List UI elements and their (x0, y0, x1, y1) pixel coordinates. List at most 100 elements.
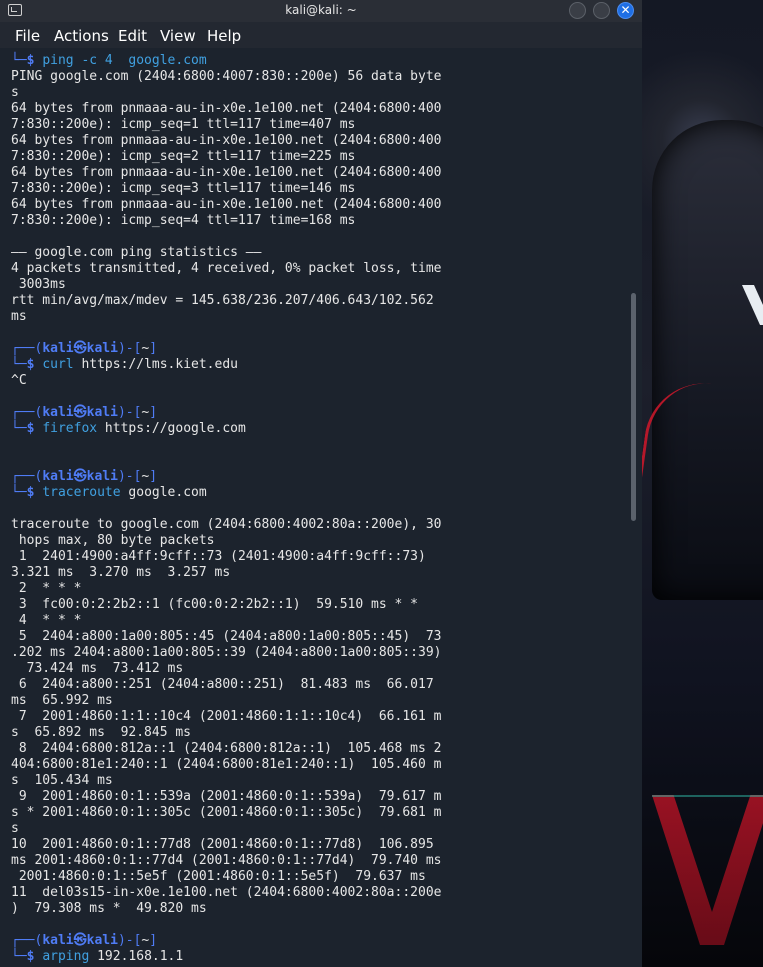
output-line: 8 2404:6800:812a::1 (2404:6800:812a::1) … (11, 741, 442, 756)
prompt-dollar: $ (26, 357, 43, 372)
output-line: 73.424 ms 73.412 ms (11, 661, 184, 676)
prompt-header: ┌──(kali㉿kali)-[~] (11, 341, 157, 357)
command-name: curl (42, 357, 74, 372)
command-line: └─$ curl https://lms.kiet.edu (11, 357, 238, 373)
prompt-header: ┌──(kali㉿kali)-[~] (11, 933, 157, 949)
prompt-bracket: ┌──( (11, 469, 43, 484)
output-line: traceroute to google.com (2404:6800:4002… (11, 517, 442, 532)
terminal-output[interactable]: └─$ ping -c 4 google.com PING google.com … (0, 48, 628, 967)
prompt-corner: └─ (11, 949, 27, 964)
prompt-bracket: )-[ (117, 405, 142, 420)
output-line: —— google.com ping statistics —— (11, 245, 262, 260)
prompt-user-host: kali㉿kali (42, 341, 118, 356)
terminal-window[interactable]: kali@kali: ~ ✕ File Actions Edit View He… (0, 0, 642, 967)
menu-help[interactable]: Help (207, 27, 241, 45)
output-line: 7:830::200e): icmp_seq=1 ttl=117 time=40… (11, 117, 356, 132)
prompt-bracket: )-[ (117, 933, 142, 948)
prompt-user-host: kali㉿kali (42, 469, 118, 484)
output-line: 4 packets transmitted, 4 received, 0% pa… (11, 261, 442, 276)
menu-bar: File Actions Edit View Help (0, 22, 642, 48)
wallpaper-teal-line (652, 795, 763, 947)
command-name: traceroute (42, 485, 121, 500)
command-line: └─$ firefox https://google.com (11, 421, 246, 437)
output-line: 64 bytes from pnmaaa-au-in-x0e.1e100.net… (11, 165, 442, 180)
output-line: 7:830::200e): icmp_seq=3 ttl=117 time=14… (11, 181, 356, 196)
prompt-bracket: )-[ (117, 469, 142, 484)
prompt-corner: └─ (11, 53, 27, 68)
output-line: hops max, 80 byte packets (11, 533, 215, 548)
prompt-corner: └─ (11, 357, 27, 372)
output-line: 4 * * * (11, 613, 82, 628)
minimize-button[interactable] (569, 2, 586, 19)
output-line: 7:830::200e): icmp_seq=2 ttl=117 time=22… (11, 149, 356, 164)
scrollbar-thumb[interactable] (631, 293, 636, 521)
prompt-header: ┌──(kali㉿kali)-[~] (11, 405, 157, 421)
output-line: ms (11, 309, 27, 324)
output-line: PING google.com (2404:6800:4007:830::200… (11, 69, 442, 84)
output-line: s * 2001:4860:0:1::305c (2001:4860:0:1::… (11, 805, 442, 820)
output-line: 64 bytes from pnmaaa-au-in-x0e.1e100.net… (11, 133, 442, 148)
prompt-dollar: $ (26, 485, 43, 500)
prompt-bracket: ┌──( (11, 341, 43, 356)
command-args: google.com (120, 485, 207, 500)
output-line: ^C (11, 373, 27, 388)
prompt-bracket: )-[ (117, 341, 142, 356)
output-line: rtt min/avg/max/mdev = 145.638/236.207/4… (11, 293, 434, 308)
command-args: https://google.com (97, 421, 246, 436)
prompt-bracket: ] (149, 405, 158, 420)
output-line: 3.321 ms 3.270 ms 3.257 ms (11, 565, 231, 580)
menu-file[interactable]: File (15, 27, 40, 45)
output-line: 9 2001:4860:0:1::539a (2001:4860:0:1::53… (11, 789, 442, 804)
output-line: s (11, 821, 19, 836)
output-line: ms 2001:4860:0:1::77d4 (2001:4860:0:1::7… (11, 853, 442, 868)
output-line: 64 bytes from pnmaaa-au-in-x0e.1e100.net… (11, 101, 442, 116)
scrollbar[interactable] (628, 48, 642, 967)
output-line: 2001:4860:0:1::5e5f (2001:4860:0:1::5e5f… (11, 869, 426, 884)
output-line: 3003ms (11, 277, 66, 292)
output-line: 5 2404:a800:1a00:805::45 (2404:a800:1a00… (11, 629, 442, 644)
prompt-corner: └─ (11, 485, 27, 500)
output-line: 7 2001:4860:1:1::10c4 (2001:4860:1:1::10… (11, 709, 442, 724)
close-button[interactable]: ✕ (617, 2, 634, 19)
prompt-dollar: $ (26, 421, 43, 436)
output-line: 11 del03s15-in-x0e.1e100.net (2404:6800:… (11, 885, 442, 900)
output-line: 2 * * * (11, 581, 82, 596)
prompt-dollar: $ (26, 53, 43, 68)
output-line: 10 2001:4860:0:1::77d8 (2001:4860:0:1::7… (11, 837, 434, 852)
command-name: firefox (42, 421, 98, 436)
menu-edit[interactable]: Edit (118, 27, 147, 45)
output-line: s 105.434 ms (11, 773, 113, 788)
prompt-user-host: kali㉿kali (42, 405, 118, 420)
command-args: https://lms.kiet.edu (73, 357, 238, 372)
output-line: ms 65.992 ms (11, 693, 113, 708)
menu-view[interactable]: View (160, 27, 196, 45)
output-line: .202 ms 2404:a800:1a00:805::39 (2404:a80… (11, 645, 442, 660)
prompt-bracket: ] (149, 469, 158, 484)
prompt-bracket: ┌──( (11, 933, 43, 948)
title-bar[interactable]: kali@kali: ~ ✕ (0, 0, 642, 22)
output-line: s (11, 85, 19, 100)
output-line: s 65.892 ms 92.845 ms (11, 725, 192, 740)
output-line: ) 79.308 ms * 49.820 ms (11, 901, 207, 916)
prompt-bracket: ] (149, 933, 158, 948)
output-line: 3 fc00:0:2:2b2::1 (fc00:0:2:2b2::1) 59.5… (11, 597, 418, 612)
output-line: 7:830::200e): icmp_seq=4 ttl=117 time=16… (11, 213, 356, 228)
prompt-bracket: ] (149, 341, 158, 356)
prompt-user-host: kali㉿kali (42, 933, 118, 948)
output-line: 64 bytes from pnmaaa-au-in-x0e.1e100.net… (11, 197, 442, 212)
output-line: 404:6800:81e1:240::1 (2404:6800:81e1:240… (11, 757, 442, 772)
output-line: 6 2404:a800::251 (2404:a800::251) 81.483… (11, 677, 434, 692)
window-title: kali@kali: ~ (285, 3, 357, 17)
output-line: 1 2401:4900:a4ff:9cff::73 (2401:4900:a4f… (11, 549, 426, 564)
desktop-wallpaper (642, 0, 763, 967)
close-icon: ✕ (620, 3, 631, 17)
command-name: ping -c 4 google.com (42, 53, 207, 68)
command-line: └─$ traceroute google.com (11, 485, 207, 501)
command-line: └─$ arping 192.168.1.1 (11, 949, 183, 965)
prompt-bracket: ┌──( (11, 405, 43, 420)
command-name: arping (42, 949, 90, 964)
prompt-header: ┌──(kali㉿kali)-[~] (11, 469, 157, 485)
maximize-button[interactable] (593, 2, 610, 19)
menu-actions[interactable]: Actions (54, 27, 109, 45)
prompt-corner: └─ (11, 421, 27, 436)
